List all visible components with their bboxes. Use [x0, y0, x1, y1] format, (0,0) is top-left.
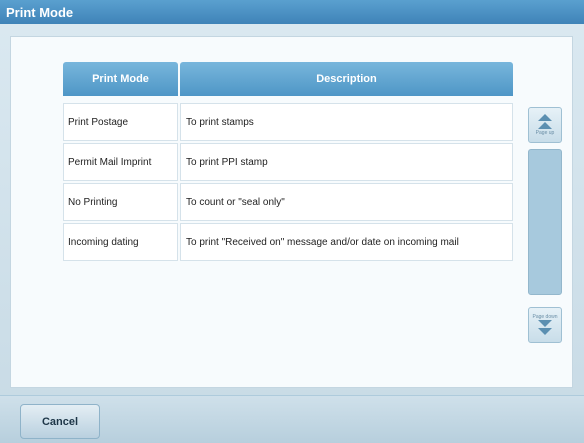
page-up-label: Page up [535, 130, 555, 136]
description-cell: To count or "seal only" [180, 183, 513, 221]
page-down-icon [538, 320, 552, 335]
description-cell: To print stamps [180, 103, 513, 141]
mode-cell: Print Postage [63, 103, 178, 141]
description-cell: To print PPI stamp [180, 143, 513, 181]
description-cell: To print "Received on" message and/or da… [180, 223, 513, 261]
window-title: Print Mode [0, 0, 584, 24]
print-mode-window: Print Mode Print Mode Description Print … [0, 0, 584, 443]
cancel-button[interactable]: Cancel [20, 404, 100, 439]
table-row-permit-mail-imprint[interactable]: Permit Mail Imprint To print PPI stamp [63, 143, 513, 181]
table-row-no-printing[interactable]: No Printing To count or "seal only" [63, 183, 513, 221]
table-row-incoming-dating[interactable]: Incoming dating To print "Received on" m… [63, 223, 513, 261]
page-down-button[interactable]: Page down [528, 307, 562, 343]
mode-cell: Permit Mail Imprint [63, 143, 178, 181]
page-up-button[interactable]: Page up [528, 107, 562, 143]
mode-cell: Incoming dating [63, 223, 178, 261]
table-row-print-postage[interactable]: Print Postage To print stamps [63, 103, 513, 141]
column-header-description: Description [180, 62, 513, 96]
page-up-icon [538, 114, 552, 129]
column-header-print-mode: Print Mode [63, 62, 178, 96]
mode-cell: No Printing [63, 183, 178, 221]
content-panel: Print Mode Description Print Postage To … [10, 36, 573, 388]
scrollbar-track[interactable] [528, 149, 562, 295]
